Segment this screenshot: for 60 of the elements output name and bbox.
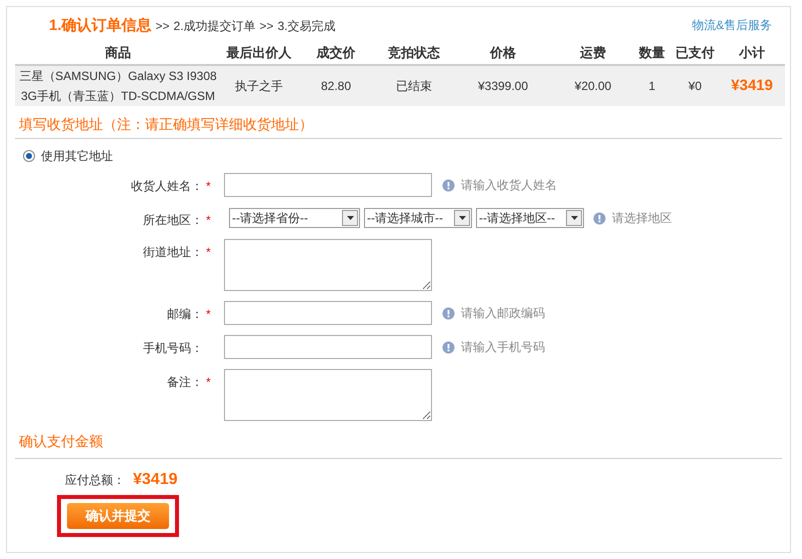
step-separator: >> — [260, 18, 274, 35]
required-mark: * — [206, 212, 212, 229]
hint-text: 请输入邮政编码 — [461, 305, 545, 322]
table-cell: ¥20.00 — [574, 79, 612, 93]
info-icon — [593, 212, 606, 224]
step-separator: >> — [156, 18, 170, 35]
dropdown[interactable]: --请选择省份-- — [229, 208, 360, 228]
hint-text: 请选择地区 — [612, 210, 672, 227]
field-label: 收货人姓名： — [131, 178, 203, 195]
step-label: 2.成功提交订单 — [174, 18, 256, 35]
table-cell: ¥0 — [688, 79, 702, 93]
caret-icon — [346, 216, 354, 220]
text-area[interactable] — [224, 369, 432, 421]
column-header: 成交价 — [297, 41, 375, 65]
step-label: 3.交易完成 — [278, 18, 336, 35]
table-cell: ¥3419 — [731, 76, 773, 94]
radio-button[interactable] — [23, 150, 35, 162]
table-cell: 82.80 — [320, 79, 352, 93]
column-header: 已支付 — [671, 41, 719, 65]
column-header: 商品 — [15, 41, 221, 65]
dropdown[interactable]: --请选择城市-- — [364, 208, 472, 228]
input-field[interactable] — [224, 335, 432, 359]
table-cell: 1 — [648, 79, 656, 93]
total-amount: ¥3419 — [133, 471, 178, 489]
column-header: 竞拍状态 — [375, 41, 453, 65]
field-label: 邮编： — [167, 306, 203, 323]
table-cell: 执子之手 — [235, 79, 283, 93]
caret-icon — [458, 216, 466, 220]
field-label: 备注： — [167, 374, 203, 391]
table-cell-text: 三星（SAMSUNG）Galaxy S3 I9308 3G手机（青玉蓝）TD-SCDMA/GSM — [18, 68, 218, 105]
input-field[interactable] — [224, 173, 432, 197]
required-mark: * — [206, 306, 212, 323]
field-label: 所在地区： — [143, 212, 203, 229]
step-label: 1.确认订单信息 — [49, 16, 152, 36]
section-title: 确认支付金额 — [18, 432, 104, 451]
text-area[interactable] — [224, 239, 432, 291]
caret-icon — [570, 216, 578, 220]
section-title: 填写收货地址（注：请正确填写详细收货地址） — [18, 115, 314, 134]
hint-text: 请输入手机号码 — [461, 339, 545, 356]
input-field[interactable] — [224, 301, 432, 325]
column-header: 运费 — [553, 41, 633, 65]
column-header: 小计 — [719, 41, 785, 65]
info-icon — [442, 306, 455, 320]
info-icon — [442, 340, 455, 354]
required-mark: * — [206, 374, 212, 391]
dropdown[interactable]: --请选择地区-- — [476, 208, 584, 228]
table-cell: ¥3399.00 — [478, 79, 528, 93]
field-label: 街道地址： — [143, 244, 203, 261]
service-link[interactable]: 物流&售后服务 — [692, 16, 772, 41]
column-header: 最后出价人 — [221, 41, 297, 65]
hint-text: 请输入收货人姓名 — [461, 177, 557, 194]
field-label: 手机号码： — [143, 340, 203, 357]
required-mark: * — [206, 244, 212, 261]
total-label: 应付总额： — [65, 472, 125, 489]
table-cell: 已结束 — [396, 79, 432, 93]
column-header: 数量 — [633, 41, 671, 65]
info-icon — [442, 178, 455, 192]
required-mark: * — [206, 178, 212, 195]
column-header: 价格 — [453, 41, 553, 65]
radio-label: 使用其它地址 — [41, 148, 113, 165]
